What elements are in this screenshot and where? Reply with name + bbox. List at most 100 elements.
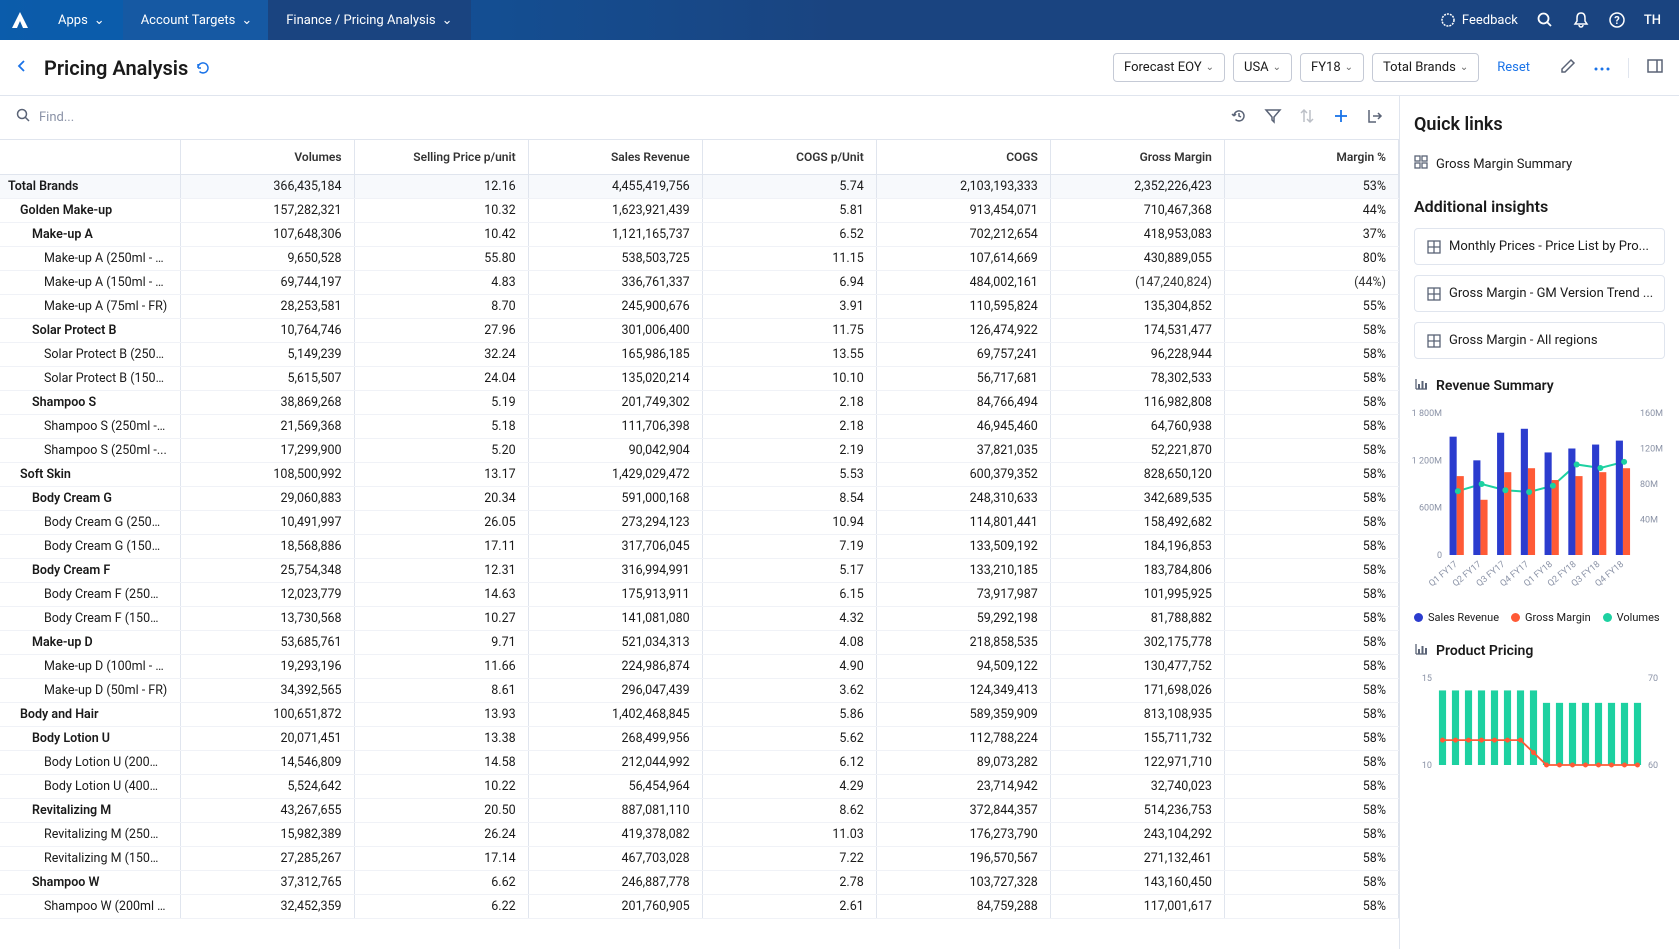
cell[interactable]: 184,196,853 bbox=[1050, 535, 1224, 559]
table-row[interactable]: Golden Make-up157,282,32110.321,623,921,… bbox=[0, 199, 1399, 223]
nav-account-targets[interactable]: Account Targets ⌄ bbox=[123, 0, 281, 40]
cell[interactable]: 11.66 bbox=[354, 655, 528, 679]
cell[interactable]: 55.80 bbox=[354, 247, 528, 271]
cell[interactable]: 174,531,477 bbox=[1050, 319, 1224, 343]
cell[interactable]: 58% bbox=[1224, 343, 1398, 367]
cell[interactable]: Solar Protect B (150ml ... bbox=[0, 367, 180, 391]
cell[interactable]: 201,749,302 bbox=[528, 391, 702, 415]
cell[interactable]: 484,002,161 bbox=[876, 271, 1050, 295]
cell[interactable]: 175,913,911 bbox=[528, 583, 702, 607]
cell[interactable]: 2,352,226,423 bbox=[1050, 175, 1224, 199]
cell[interactable]: 135,304,852 bbox=[1050, 295, 1224, 319]
cell[interactable]: 6.94 bbox=[702, 271, 876, 295]
cell[interactable]: 372,844,357 bbox=[876, 799, 1050, 823]
cell[interactable]: 5.20 bbox=[354, 439, 528, 463]
cell[interactable]: Body Cream F (150ml -... bbox=[0, 607, 180, 631]
cell[interactable]: 58% bbox=[1224, 847, 1398, 871]
cell[interactable]: Body Cream G bbox=[0, 487, 180, 511]
cell[interactable]: 58% bbox=[1224, 391, 1398, 415]
insight-card-1[interactable]: Gross Margin - GM Version Trend ... bbox=[1414, 275, 1665, 312]
cell[interactable]: 1,402,468,845 bbox=[528, 703, 702, 727]
cell[interactable]: 46,945,460 bbox=[876, 415, 1050, 439]
cell[interactable]: 110,595,824 bbox=[876, 295, 1050, 319]
cell[interactable]: 3.91 bbox=[702, 295, 876, 319]
cell[interactable]: 117,001,617 bbox=[1050, 895, 1224, 919]
cell[interactable]: Make-up A (250ml - FR) bbox=[0, 247, 180, 271]
cell[interactable]: 37,312,765 bbox=[180, 871, 354, 895]
cell[interactable]: 887,081,110 bbox=[528, 799, 702, 823]
cell[interactable]: 10,491,997 bbox=[180, 511, 354, 535]
cell[interactable]: 114,801,441 bbox=[876, 511, 1050, 535]
app-logo[interactable] bbox=[0, 0, 40, 40]
cell[interactable]: 37% bbox=[1224, 223, 1398, 247]
cell[interactable]: 58% bbox=[1224, 487, 1398, 511]
cell[interactable]: 5,149,239 bbox=[180, 343, 354, 367]
cell[interactable]: 224,986,874 bbox=[528, 655, 702, 679]
cell[interactable]: 58% bbox=[1224, 775, 1398, 799]
table-row[interactable]: Make-up A (150ml - FR)69,744,1974.83336,… bbox=[0, 271, 1399, 295]
table-row[interactable]: Shampoo S38,869,2685.19201,749,3022.1884… bbox=[0, 391, 1399, 415]
cell[interactable]: 5.81 bbox=[702, 199, 876, 223]
cell[interactable]: Golden Make-up bbox=[0, 199, 180, 223]
cell[interactable]: 58% bbox=[1224, 727, 1398, 751]
cell[interactable]: 302,175,778 bbox=[1050, 631, 1224, 655]
cell[interactable]: 1,429,029,472 bbox=[528, 463, 702, 487]
cell[interactable]: 10.94 bbox=[702, 511, 876, 535]
cell[interactable]: 8.70 bbox=[354, 295, 528, 319]
cell[interactable]: 248,310,633 bbox=[876, 487, 1050, 511]
table-row[interactable]: Body Lotion U20,071,45113.38268,499,9565… bbox=[0, 727, 1399, 751]
cell[interactable]: 5,615,507 bbox=[180, 367, 354, 391]
cell[interactable]: 26.05 bbox=[354, 511, 528, 535]
cell[interactable]: 133,509,192 bbox=[876, 535, 1050, 559]
cell[interactable]: 2,103,193,333 bbox=[876, 175, 1050, 199]
cell[interactable]: 81,788,882 bbox=[1050, 607, 1224, 631]
table-row[interactable]: Solar Protect B (150ml ...5,615,50724.04… bbox=[0, 367, 1399, 391]
cell[interactable]: 58% bbox=[1224, 511, 1398, 535]
cell[interactable]: 5.19 bbox=[354, 391, 528, 415]
table-row[interactable]: Make-up A107,648,30610.421,121,165,7376.… bbox=[0, 223, 1399, 247]
cell[interactable]: 317,706,045 bbox=[528, 535, 702, 559]
cell[interactable]: 58% bbox=[1224, 895, 1398, 919]
cell[interactable]: 4.29 bbox=[702, 775, 876, 799]
cell[interactable]: 5.17 bbox=[702, 559, 876, 583]
cell[interactable]: 32,740,023 bbox=[1050, 775, 1224, 799]
cell[interactable]: 53% bbox=[1224, 175, 1398, 199]
cell[interactable]: 25,754,348 bbox=[180, 559, 354, 583]
cell[interactable]: Make-up D (50ml - FR) bbox=[0, 679, 180, 703]
table-row[interactable]: Body Lotion U (200ml -...14,546,80914.58… bbox=[0, 751, 1399, 775]
cell[interactable]: 273,294,123 bbox=[528, 511, 702, 535]
cell[interactable]: 58% bbox=[1224, 367, 1398, 391]
table-row[interactable]: Solar Protect B (250ml ...5,149,23932.24… bbox=[0, 343, 1399, 367]
cell[interactable]: 10.27 bbox=[354, 607, 528, 631]
table-row[interactable]: Body Cream G29,060,88320.34591,000,1688.… bbox=[0, 487, 1399, 511]
table-row[interactable]: Solar Protect B10,764,74627.96301,006,40… bbox=[0, 319, 1399, 343]
cell[interactable]: Shampoo W (200ml -... bbox=[0, 895, 180, 919]
table-row[interactable]: Make-up D (100ml - FR)19,293,19611.66224… bbox=[0, 655, 1399, 679]
quicklink-gross-margin-summary[interactable]: Gross Margin Summary bbox=[1414, 149, 1665, 179]
cell[interactable]: 246,887,778 bbox=[528, 871, 702, 895]
cell[interactable]: 11.03 bbox=[702, 823, 876, 847]
cell[interactable]: 6.22 bbox=[354, 895, 528, 919]
cell[interactable]: 32.24 bbox=[354, 343, 528, 367]
cell[interactable]: 9,650,528 bbox=[180, 247, 354, 271]
cell[interactable]: 58% bbox=[1224, 607, 1398, 631]
cell[interactable]: 2.18 bbox=[702, 415, 876, 439]
cell[interactable]: Soft Skin bbox=[0, 463, 180, 487]
cell[interactable]: Make-up D bbox=[0, 631, 180, 655]
cell[interactable]: 600,379,352 bbox=[876, 463, 1050, 487]
cell[interactable]: 58% bbox=[1224, 583, 1398, 607]
cell[interactable]: 55% bbox=[1224, 295, 1398, 319]
cell[interactable]: Body Lotion U bbox=[0, 727, 180, 751]
cell[interactable]: 56,717,681 bbox=[876, 367, 1050, 391]
cell[interactable]: 44% bbox=[1224, 199, 1398, 223]
table-row[interactable]: Body Lotion U (400ml -...5,524,64210.225… bbox=[0, 775, 1399, 799]
cell[interactable]: 17.11 bbox=[354, 535, 528, 559]
panel-toggle-icon[interactable] bbox=[1647, 58, 1663, 78]
cell[interactable]: 32,452,359 bbox=[180, 895, 354, 919]
cell[interactable]: 101,995,925 bbox=[1050, 583, 1224, 607]
cell[interactable]: 58% bbox=[1224, 319, 1398, 343]
cell[interactable]: 58% bbox=[1224, 559, 1398, 583]
cell[interactable]: Shampoo S (250ml - Dr... bbox=[0, 415, 180, 439]
cell[interactable]: 18,568,886 bbox=[180, 535, 354, 559]
cell[interactable]: 124,349,413 bbox=[876, 679, 1050, 703]
